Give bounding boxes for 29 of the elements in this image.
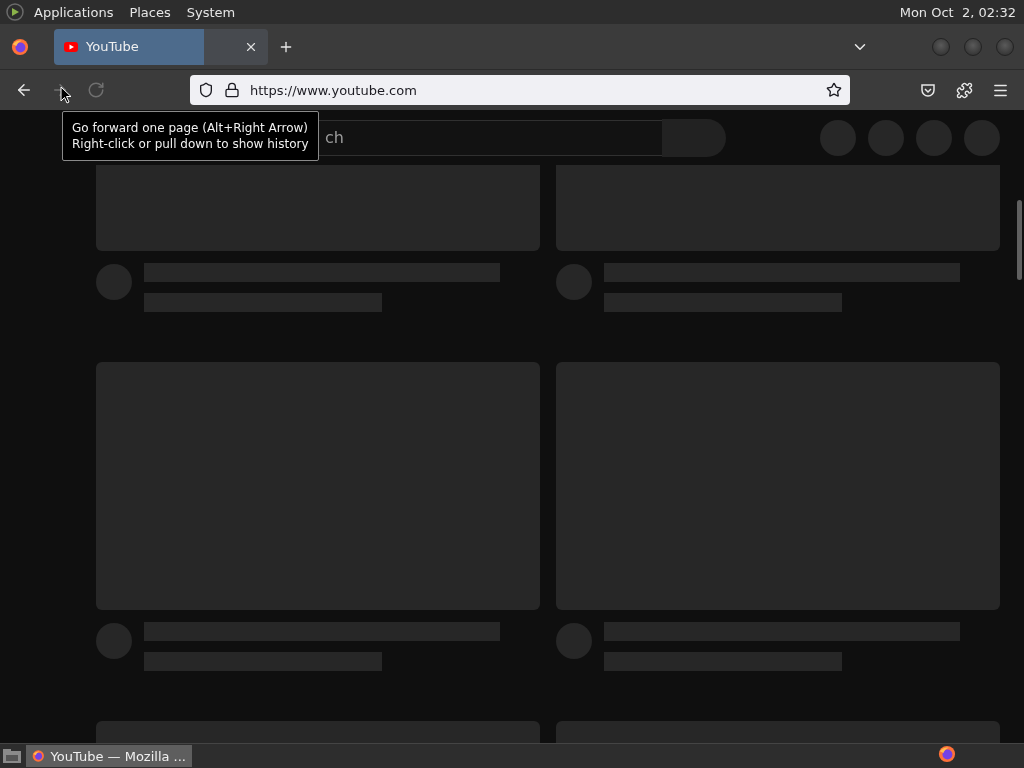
cursor-icon <box>60 86 72 104</box>
panel-menu[interactable]: System <box>180 4 242 20</box>
browser-tab[interactable]: YouTube <box>54 28 268 65</box>
bookmark-star-icon[interactable] <box>826 82 842 98</box>
firefox-icon <box>11 37 29 56</box>
desktop-icon[interactable] <box>2 748 22 764</box>
taskbar-button[interactable]: YouTube — Mozilla ... <box>26 745 192 767</box>
tray-firefox-icon <box>938 745 956 763</box>
panel-logo-icon[interactable] <box>6 3 24 21</box>
url-bar[interactable]: https://www.youtube.com <box>190 75 850 105</box>
panel-menu[interactable]: Applications <box>28 4 120 20</box>
placeholder-circle <box>916 119 952 156</box>
puzzle-icon[interactable] <box>954 80 974 100</box>
avatar-placeholder <box>556 264 592 300</box>
placeholder-circle <box>868 119 904 156</box>
tab-title: YouTube <box>86 39 140 54</box>
url-text: https://www.youtube.com <box>250 82 418 98</box>
avatar-placeholder <box>96 264 132 300</box>
placeholder-circle <box>964 119 1000 156</box>
avatar-placeholder <box>96 623 132 659</box>
lock-icon[interactable] <box>224 82 240 98</box>
shield-icon[interactable] <box>198 82 214 98</box>
avatar-placeholder <box>556 623 592 659</box>
panel-menu[interactable]: Places <box>123 4 177 20</box>
firefox-icon <box>32 748 45 764</box>
clock[interactable]: Mon Oct 2, 02:32 <box>899 4 1018 20</box>
video-logo-icon <box>64 41 78 52</box>
scrollbar-thumb[interactable] <box>1017 200 1022 280</box>
placeholder-circle <box>820 119 856 156</box>
